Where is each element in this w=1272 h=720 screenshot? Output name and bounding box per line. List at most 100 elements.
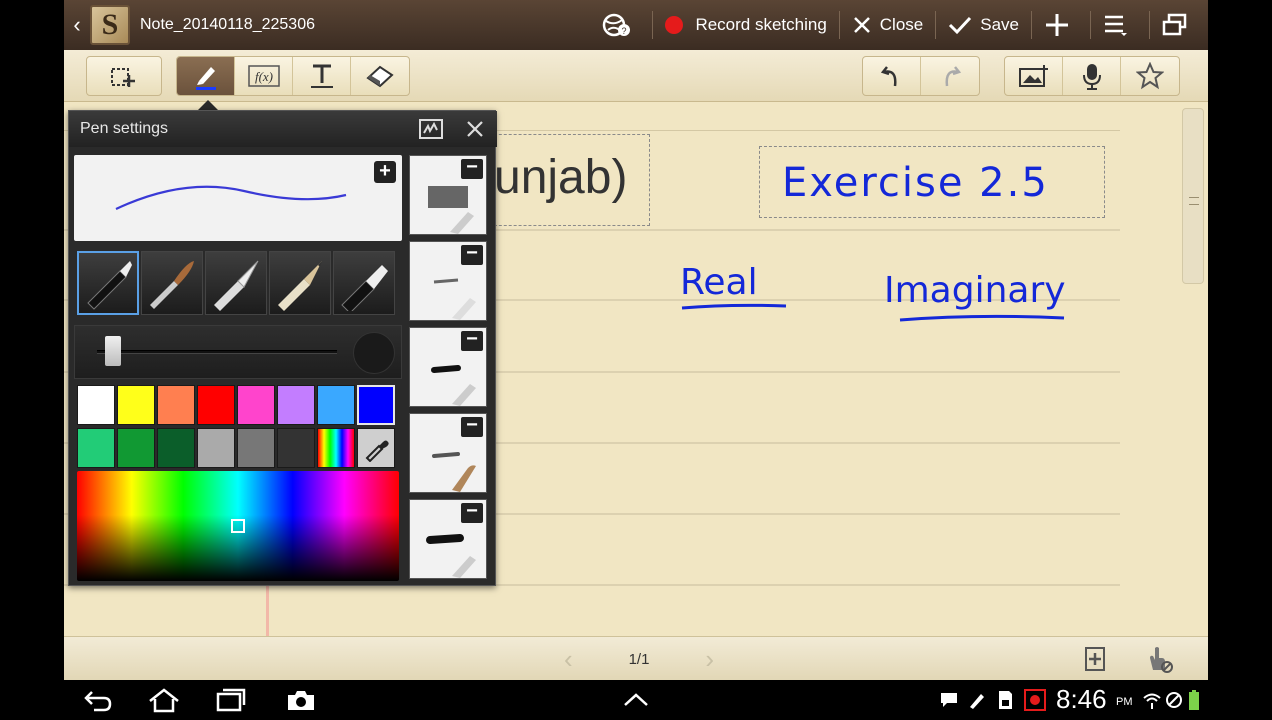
- add-page-bottom-button[interactable]: [1080, 643, 1114, 675]
- pen-tool-button[interactable]: [177, 57, 235, 95]
- back-button[interactable]: [80, 686, 116, 714]
- color-swatch[interactable]: [317, 385, 355, 425]
- back-chevron-icon[interactable]: ‹: [64, 12, 90, 38]
- spectrum-swatch[interactable]: [317, 428, 355, 468]
- pager: ‹ 1/1 ›: [564, 637, 714, 680]
- pen-preset[interactable]: −: [409, 155, 487, 235]
- previous-page-icon[interactable]: ‹: [564, 644, 573, 675]
- remove-preset-button[interactable]: −: [461, 501, 483, 523]
- chevron-up-icon: [624, 693, 648, 706]
- pen-preset[interactable]: −: [409, 413, 487, 493]
- color-swatch[interactable]: [197, 385, 235, 425]
- insert-tool-group: [1004, 56, 1180, 96]
- color-swatch[interactable]: [157, 428, 195, 468]
- wifi-icon: [1142, 686, 1162, 714]
- share-globe-button[interactable]: ?: [590, 0, 652, 50]
- selection-tool-group: [86, 56, 162, 96]
- device-screen: ‹ S Note_20140118_225306 ? Record sketch…: [0, 0, 1272, 720]
- pen-size-track[interactable]: [97, 350, 337, 354]
- pen-type-highlighter[interactable]: [333, 251, 395, 315]
- highlighter-icon: [341, 265, 388, 311]
- record-sketching-button[interactable]: Record sketching: [653, 0, 838, 50]
- handwriting-imaginary[interactable]: Imaginary: [884, 270, 1066, 311]
- pen-type-marker[interactable]: [205, 251, 267, 315]
- close-button[interactable]: Close: [840, 0, 935, 50]
- color-swatch[interactable]: [277, 428, 315, 468]
- mini-apps-tray-button[interactable]: [620, 686, 652, 714]
- color-swatch[interactable]: [237, 385, 275, 425]
- menu-button[interactable]: [1091, 0, 1149, 50]
- spectrum-picker-handle[interactable]: [231, 519, 245, 533]
- selection-icon: [111, 68, 135, 87]
- color-swatch-selected[interactable]: [357, 385, 395, 425]
- screenshot-button[interactable]: [284, 686, 318, 714]
- pen-icon: [195, 67, 216, 90]
- close-label: Close: [879, 15, 924, 34]
- notification-pen-icon: [966, 686, 988, 714]
- app-logo[interactable]: S: [90, 5, 130, 45]
- color-swatch[interactable]: [117, 428, 155, 468]
- pen-type-row: [77, 251, 399, 317]
- color-swatch[interactable]: [277, 385, 315, 425]
- add-preset-button[interactable]: +: [374, 161, 396, 183]
- pen-tool-group: f(x): [176, 56, 410, 96]
- text-tool-button[interactable]: [293, 57, 351, 95]
- pen-presets-column: − − − − −: [409, 155, 489, 583]
- status-ampm: PM: [1116, 696, 1133, 708]
- home-icon: [149, 688, 179, 713]
- recent-apps-button[interactable]: [212, 686, 250, 714]
- pen-preset[interactable]: −: [409, 241, 487, 321]
- redo-button[interactable]: [921, 57, 979, 95]
- history-tool-group: [862, 56, 980, 96]
- eyedropper-button[interactable]: [357, 428, 395, 468]
- microphone-icon: [1082, 64, 1101, 90]
- color-swatch[interactable]: [77, 385, 115, 425]
- eyedropper-icon: [365, 440, 389, 462]
- save-button[interactable]: Save: [936, 0, 1031, 50]
- eraser-icon: [366, 65, 394, 88]
- pen-preset[interactable]: −: [409, 327, 487, 407]
- svg-text:?: ?: [622, 26, 627, 36]
- color-swatch[interactable]: [117, 385, 155, 425]
- close-icon: [853, 17, 870, 33]
- pen-type-brush[interactable]: [141, 251, 203, 315]
- drawing-toolbar: f(x): [64, 50, 1208, 102]
- color-swatches: [77, 385, 399, 469]
- pen-preset-view-button[interactable]: [409, 111, 453, 147]
- hand-mode-button[interactable]: [1142, 643, 1176, 675]
- add-page-button[interactable]: [1032, 0, 1090, 50]
- pen-preset[interactable]: −: [409, 499, 487, 579]
- remove-preset-button[interactable]: −: [461, 243, 483, 265]
- pen-type-pencil[interactable]: [269, 251, 331, 315]
- color-swatch[interactable]: [77, 428, 115, 468]
- insert-image-button[interactable]: [1005, 57, 1063, 95]
- color-swatch[interactable]: [237, 428, 275, 468]
- color-swatch[interactable]: [157, 385, 195, 425]
- favorite-button[interactable]: [1121, 57, 1179, 95]
- selection-mode-button[interactable]: [87, 57, 161, 95]
- handwriting-real[interactable]: Real: [680, 262, 758, 303]
- handwriting-exercise[interactable]: Exercise 2.5: [782, 160, 1049, 206]
- pen-type-fountain[interactable]: [77, 251, 139, 315]
- undo-button[interactable]: [863, 57, 921, 95]
- vertical-scrollbar[interactable]: [1182, 108, 1204, 284]
- system-navigation-bar: 8:46 PM: [0, 680, 1272, 720]
- typed-text[interactable]: unjab): [494, 150, 627, 205]
- scrollbar-grip[interactable]: [1189, 197, 1199, 205]
- color-spectrum-picker[interactable]: [77, 471, 399, 581]
- margin-line: [266, 582, 269, 636]
- next-page-icon[interactable]: ›: [705, 644, 714, 675]
- close-icon: [467, 121, 483, 137]
- pen-size-knob[interactable]: [105, 336, 121, 366]
- home-button[interactable]: [144, 686, 184, 714]
- multi-window-button[interactable]: [1150, 0, 1208, 50]
- remove-preset-button[interactable]: −: [461, 329, 483, 351]
- close-pen-settings-button[interactable]: [453, 111, 497, 147]
- remove-preset-button[interactable]: −: [461, 157, 483, 179]
- voice-record-button[interactable]: [1063, 57, 1121, 95]
- eraser-tool-button[interactable]: [351, 57, 409, 95]
- formula-tool-button[interactable]: f(x): [235, 57, 293, 95]
- color-swatch[interactable]: [197, 428, 235, 468]
- remove-preset-button[interactable]: −: [461, 415, 483, 437]
- menu-icon: [1105, 15, 1127, 36]
